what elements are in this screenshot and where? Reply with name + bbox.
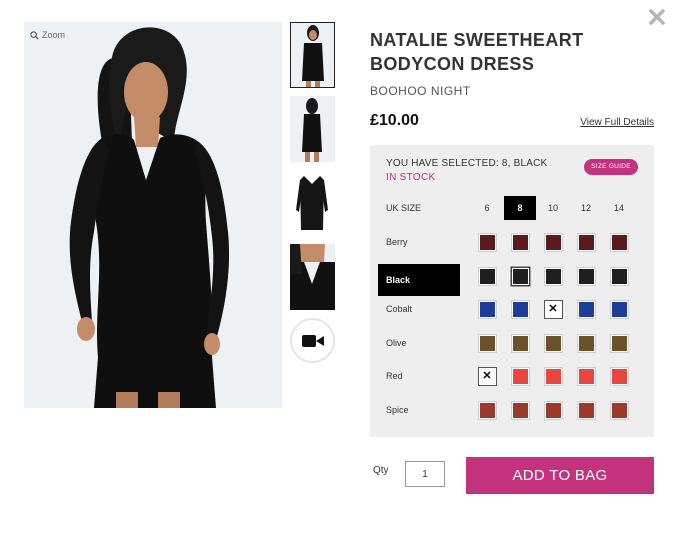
thumb-flat-image bbox=[296, 176, 328, 230]
swatch-black-8[interactable] bbox=[512, 267, 529, 285]
zoom-label: Zoom bbox=[42, 30, 66, 40]
swatch-berry-14[interactable] bbox=[611, 234, 628, 251]
main-product-image[interactable]: Zoom bbox=[24, 22, 282, 408]
swatch-cobalt-10 bbox=[545, 301, 562, 318]
zoom-hint[interactable]: Zoom bbox=[30, 30, 65, 40]
thumbnail-back[interactable] bbox=[290, 96, 335, 162]
swatch-olive-12[interactable] bbox=[578, 334, 595, 352]
colour-label-olive[interactable]: Olive bbox=[386, 338, 407, 348]
swatch-spice-14[interactable] bbox=[611, 401, 628, 419]
swatch-spice-10[interactable] bbox=[545, 401, 562, 419]
swatch-red-14[interactable] bbox=[611, 368, 628, 385]
swatch-cobalt-8[interactable] bbox=[512, 301, 529, 318]
swatch-spice-12[interactable] bbox=[578, 401, 595, 419]
colour-label-spice[interactable]: Spice bbox=[386, 405, 409, 415]
thumbnail-neckline[interactable] bbox=[290, 244, 335, 310]
swatch-olive-8[interactable] bbox=[512, 334, 529, 352]
swatch-spice-6[interactable] bbox=[479, 401, 496, 419]
colour-label-cobalt[interactable]: Cobalt bbox=[386, 304, 412, 314]
thumb-front-image bbox=[302, 25, 324, 87]
size-option-6[interactable]: 6 bbox=[476, 197, 498, 219]
swatch-red-6 bbox=[479, 368, 496, 385]
swatch-black-10[interactable] bbox=[545, 267, 562, 285]
swatch-red-12[interactable] bbox=[578, 368, 595, 385]
thumbnail-flat[interactable] bbox=[290, 170, 335, 236]
model-in-dress-image bbox=[69, 27, 230, 408]
product-title: NATALIE SWEETHEART BODYCON DRESS bbox=[370, 30, 584, 74]
size-colour-selector: YOU HAVE SELECTED: 8, BLACK IN STOCK SIZ… bbox=[370, 145, 654, 437]
swatch-black-14[interactable] bbox=[611, 267, 628, 285]
swatch-red-8[interactable] bbox=[512, 368, 529, 385]
video-camera-icon bbox=[301, 334, 324, 347]
size-guide-button[interactable]: SIZE GUIDE bbox=[584, 159, 638, 175]
swatch-black-6[interactable] bbox=[479, 267, 496, 285]
swatch-berry-8[interactable] bbox=[512, 234, 529, 251]
swatch-berry-6[interactable] bbox=[479, 234, 496, 251]
swatch-berry-12[interactable] bbox=[578, 234, 595, 251]
swatch-cobalt-14[interactable] bbox=[611, 301, 628, 318]
close-button[interactable] bbox=[648, 8, 668, 28]
close-x-icon bbox=[649, 9, 665, 25]
product-price: £10.00 bbox=[370, 112, 419, 129]
video-button[interactable] bbox=[290, 318, 335, 363]
swatch-cobalt-12[interactable] bbox=[578, 301, 595, 318]
size-option-8[interactable]: 8 bbox=[504, 196, 536, 220]
uk-size-label: UK SIZE bbox=[386, 203, 422, 213]
selection-summary: YOU HAVE SELECTED: 8, BLACK bbox=[386, 158, 548, 169]
size-option-12[interactable]: 12 bbox=[575, 197, 597, 219]
size-option-14[interactable]: 14 bbox=[608, 197, 630, 219]
qty-label: Qty bbox=[373, 465, 389, 476]
add-to-bag-button[interactable]: ADD TO BAG bbox=[466, 457, 654, 494]
thumb-neckline-image bbox=[290, 244, 335, 310]
swatch-berry-10[interactable] bbox=[545, 234, 562, 251]
swatch-cobalt-6[interactable] bbox=[479, 301, 496, 318]
thumbnail-strip bbox=[290, 22, 336, 363]
colour-label-red[interactable]: Red bbox=[386, 371, 403, 381]
size-option-10[interactable]: 10 bbox=[542, 197, 564, 219]
swatch-black-12[interactable] bbox=[578, 267, 595, 285]
thumb-back-image bbox=[302, 98, 322, 162]
swatch-olive-10[interactable] bbox=[545, 334, 562, 352]
qty-input[interactable] bbox=[405, 461, 445, 487]
stock-status: IN STOCK bbox=[386, 172, 436, 183]
product-details: NATALIE SWEETHEART BODYCON DRESS BOOHOO … bbox=[370, 28, 654, 130]
product-brand: BOOHOO NIGHT bbox=[370, 84, 471, 98]
swatch-olive-14[interactable] bbox=[611, 334, 628, 352]
swatch-olive-6[interactable] bbox=[479, 334, 496, 352]
colour-label-black[interactable]: Black bbox=[378, 263, 460, 296]
swatch-red-10[interactable] bbox=[545, 368, 562, 385]
thumbnail-front[interactable] bbox=[290, 22, 335, 88]
magnifier-icon bbox=[30, 30, 39, 40]
swatch-spice-8[interactable] bbox=[512, 401, 529, 419]
price-row: £10.00 View Full Details bbox=[370, 112, 654, 130]
view-full-details-link[interactable]: View Full Details bbox=[580, 117, 654, 128]
colour-label-berry[interactable]: Berry bbox=[386, 237, 408, 247]
